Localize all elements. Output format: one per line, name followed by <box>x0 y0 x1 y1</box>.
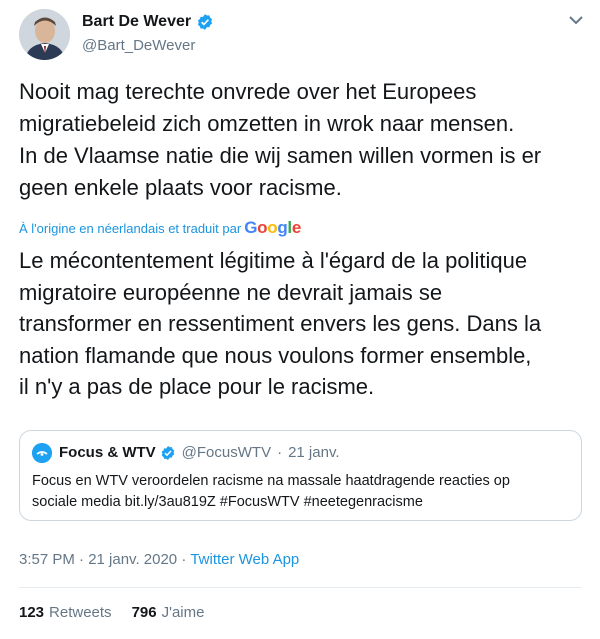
author-handle[interactable]: @Bart_DeWever <box>82 37 195 54</box>
google-logo: Google <box>244 218 301 237</box>
verified-badge-icon <box>161 445 174 460</box>
avatar[interactable] <box>19 9 70 60</box>
tweet-stats: 123 Retweets 796 J'aime <box>19 604 224 621</box>
quoted-separator: · <box>277 444 283 461</box>
likes-label: J'aime <box>161 604 205 621</box>
tweet-meta: 3:57 PM · 21 janv. 2020 · Twitter Web Ap… <box>19 551 299 568</box>
tweet-text: Nooit mag terechte onvrede over het Euro… <box>19 79 542 200</box>
retweets-count: 123 <box>19 604 45 621</box>
chevron-down-icon[interactable] <box>566 12 586 28</box>
retweets-label: Retweets <box>49 604 112 621</box>
quoted-handle: @FocusWTV <box>181 444 272 461</box>
author-name-row[interactable]: Bart De Wever <box>82 13 214 31</box>
tweet-card: Bart De Wever @Bart_DeWever Nooit mag te… <box>0 0 600 639</box>
quoted-tweet[interactable]: Focus & WTV @FocusWTV · 21 janv. Focus e… <box>19 430 582 521</box>
retweets-stat[interactable]: 123 Retweets <box>19 604 112 621</box>
divider <box>19 587 582 588</box>
quoted-date: 21 janv. <box>288 444 340 461</box>
quoted-text: Focus en WTV veroordelen racisme na mass… <box>32 473 510 510</box>
author-name[interactable]: Bart De Wever <box>82 13 191 31</box>
translated-text: Le mécontentement légitime à l'égard de … <box>19 248 542 399</box>
quoted-name: Focus & WTV <box>59 444 156 461</box>
likes-stat[interactable]: 796 J'aime <box>132 604 205 621</box>
quoted-avatar <box>32 443 52 463</box>
verified-badge-icon <box>198 14 213 30</box>
translation-attribution[interactable]: À l'origine en néerlandais et traduit pa… <box>19 218 301 238</box>
source-app-link[interactable]: Twitter Web App <box>190 551 299 568</box>
timestamp[interactable]: 3:57 PM · 21 janv. 2020 · <box>19 551 186 568</box>
translation-label: À l'origine en néerlandais et traduit pa… <box>19 220 242 236</box>
quoted-header: Focus & WTV @FocusWTV · 21 janv. <box>59 444 340 461</box>
likes-count: 796 <box>131 604 157 621</box>
